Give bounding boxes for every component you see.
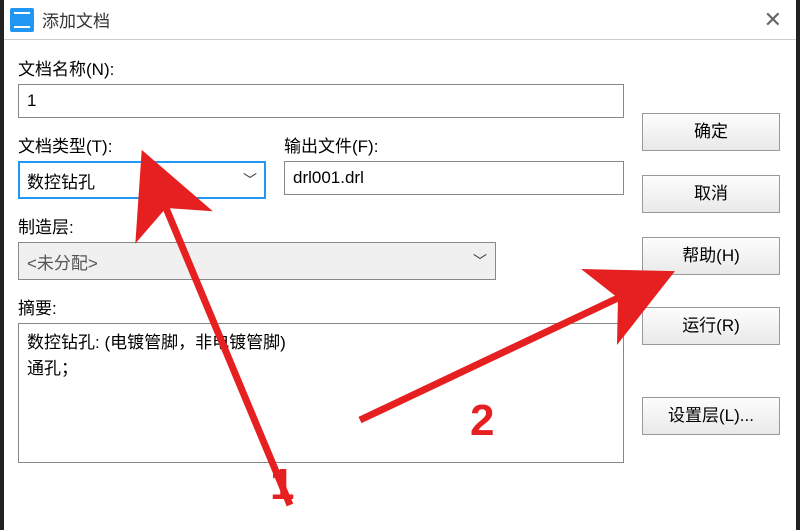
output-file-label: 输出文件(F): <box>284 132 624 157</box>
doc-type-value: 数控钻孔 <box>27 168 95 193</box>
doc-name-input[interactable] <box>18 84 624 118</box>
doc-type-select[interactable]: 数控钻孔 ﹀ <box>18 161 266 199</box>
set-layer-button[interactable]: 设置层(L)... <box>642 397 780 435</box>
summary-label: 摘要: <box>18 294 624 319</box>
mfg-layer-select[interactable]: <未分配> ﹀ <box>18 242 496 280</box>
app-icon <box>10 8 34 32</box>
output-file-input[interactable] <box>284 161 624 195</box>
run-button[interactable]: 运行(R) <box>642 307 780 345</box>
cancel-button[interactable]: 取消 <box>642 175 780 213</box>
summary-textarea[interactable] <box>18 323 624 463</box>
chevron-down-icon: ﹀ <box>473 251 487 271</box>
doc-type-label: 文档类型(T): <box>18 132 266 157</box>
mfg-layer-label: 制造层: <box>18 213 624 238</box>
mfg-layer-value: <未分配> <box>27 249 98 274</box>
titlebar: 添加文档 ✕ <box>0 0 800 40</box>
close-icon[interactable]: ✕ <box>756 7 790 33</box>
doc-name-label: 文档名称(N): <box>18 55 624 80</box>
help-button[interactable]: 帮助(H) <box>642 237 780 275</box>
ok-button[interactable]: 确定 <box>642 113 780 151</box>
window-title: 添加文档 <box>42 7 756 32</box>
chevron-down-icon: ﹀ <box>243 170 257 190</box>
